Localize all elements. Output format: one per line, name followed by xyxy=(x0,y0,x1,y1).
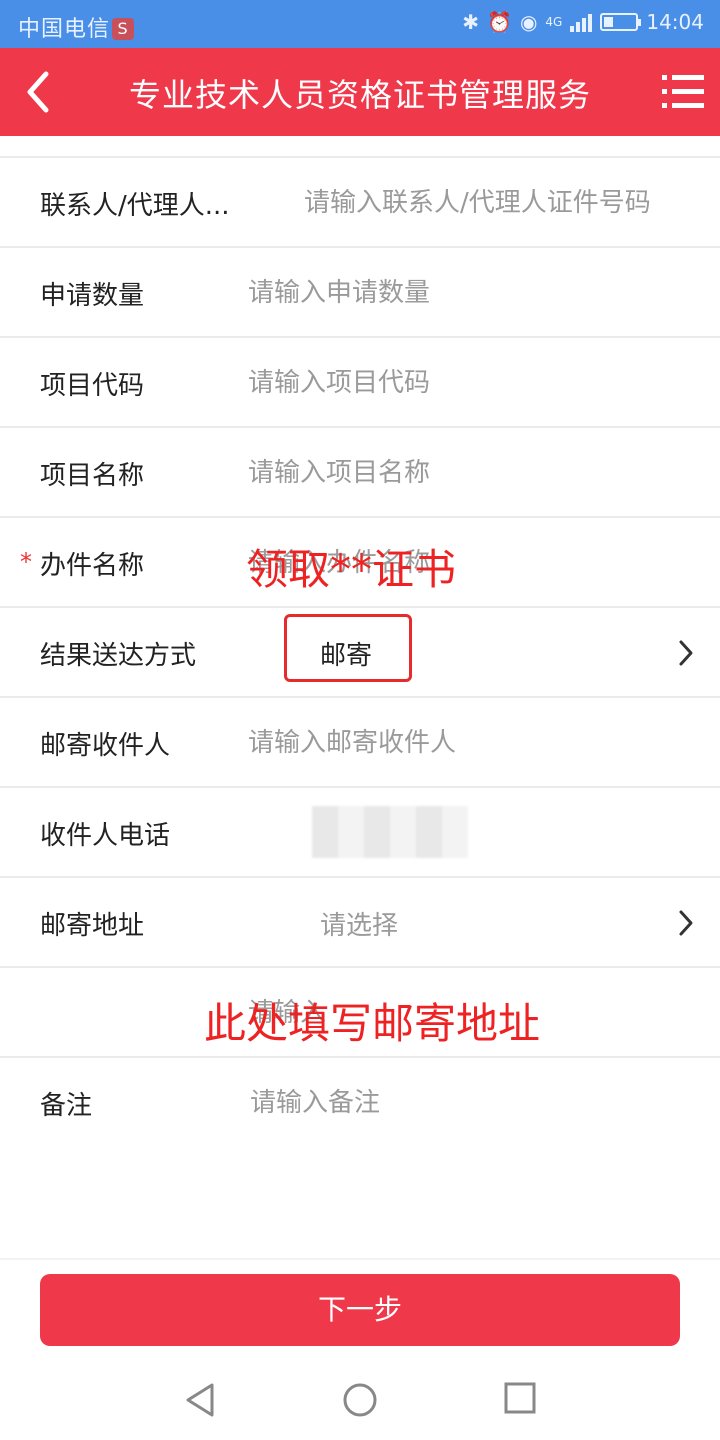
project-code-input[interactable] xyxy=(248,360,688,406)
required-marker: * xyxy=(20,548,32,576)
form-row-contact-id: 联系人/代理人... xyxy=(0,158,720,248)
signal-icon xyxy=(570,12,593,32)
contact-id-input[interactable] xyxy=(304,180,700,226)
nav-recent-icon[interactable] xyxy=(504,1382,536,1414)
chevron-right-icon xyxy=(679,640,693,666)
eye-icon: ◉ xyxy=(519,10,538,34)
recipient-label: 邮寄收件人 xyxy=(40,731,171,761)
project-code-label: 项目代码 xyxy=(40,371,145,401)
mailing-address-label: 邮寄地址 xyxy=(40,911,145,941)
bluetooth-icon: ✱ xyxy=(462,10,480,34)
quantity-label: 申请数量 xyxy=(40,281,145,311)
remarks-label: 备注 xyxy=(40,1091,93,1121)
annotation-highlight-box xyxy=(284,614,412,682)
menu-icon[interactable] xyxy=(662,72,704,112)
form-row-project-code: 项目代码 xyxy=(0,338,720,428)
page-title: 专业技术人员资格证书管理服务 xyxy=(128,76,591,114)
form-row-project-name: 项目名称 xyxy=(0,428,720,518)
clock: 14:04 xyxy=(646,10,704,34)
status-bar: 中国电信 S ✱ ⏰ ◉ 4G 14:04 xyxy=(0,0,720,48)
project-name-input[interactable] xyxy=(248,450,688,496)
nav-back-icon[interactable] xyxy=(184,1382,216,1418)
mailing-address-select: 请选择 xyxy=(320,911,399,941)
next-step-button[interactable]: 下一步 xyxy=(40,1274,680,1346)
status-icons: ✱ ⏰ ◉ 4G 14:04 xyxy=(462,10,704,34)
case-name-label: 办件名称 xyxy=(40,551,145,581)
delivery-method-label: 结果送达方式 xyxy=(40,641,197,671)
alarm-icon: ⏰ xyxy=(487,10,512,34)
contact-id-label: 联系人/代理人... xyxy=(40,191,230,221)
system-navigation-bar xyxy=(0,1360,720,1440)
carrier-name: 中国电信 xyxy=(18,17,111,42)
battery-icon xyxy=(600,13,642,31)
quantity-input[interactable] xyxy=(248,270,688,316)
annotation-case-name: 领取**证书 xyxy=(246,545,457,594)
network-type: 4G xyxy=(545,15,563,29)
nav-bar: 专业技术人员资格证书管理服务 xyxy=(0,48,720,136)
recipient-phone-label: 收件人电话 xyxy=(40,821,171,851)
form-row-recipient-phone: 收件人电话 xyxy=(0,788,720,878)
form-row-quantity: 申请数量 xyxy=(0,248,720,338)
remarks-input[interactable] xyxy=(250,1080,690,1126)
form-row-remarks: 备注 xyxy=(0,1058,720,1148)
chevron-right-icon xyxy=(679,910,693,936)
project-name-label: 项目名称 xyxy=(40,461,145,491)
nav-home-icon[interactable] xyxy=(342,1382,378,1418)
recipient-input[interactable] xyxy=(248,720,688,766)
form-row-recipient: 邮寄收件人 xyxy=(0,698,720,788)
annotation-address-hint: 此处填写邮寄地址 xyxy=(204,999,541,1048)
footer-divider xyxy=(0,1258,720,1260)
redacted-phone[interactable] xyxy=(312,806,468,858)
form-row-mailing-address[interactable]: 邮寄地址 请选择 xyxy=(0,878,720,968)
carrier: 中国电信 S xyxy=(18,11,135,43)
app-badge-icon: S xyxy=(112,18,135,40)
